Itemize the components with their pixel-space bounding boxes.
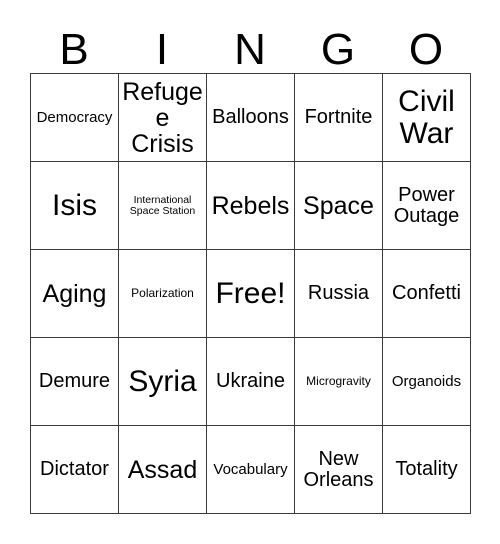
bingo-header-letter-g: G (294, 14, 382, 73)
bingo-cell[interactable]: Democracy (31, 74, 119, 162)
bingo-cell[interactable]: Assad (119, 426, 207, 514)
header-letter-text: G (320, 25, 356, 75)
bingo-cell-label: Totality (395, 458, 458, 481)
bingo-cell-label: Civil War (398, 85, 455, 150)
bingo-cell[interactable]: Balloons (207, 74, 295, 162)
bingo-cell[interactable]: Russia (295, 250, 383, 338)
bingo-card: B I N G O Democracy Refugee Crisis Ballo… (0, 0, 500, 544)
bingo-cell-label: Russia (307, 282, 370, 305)
bingo-cell[interactable]: Syria (119, 338, 207, 426)
bingo-cell[interactable]: New Orleans (295, 426, 383, 514)
bingo-cell[interactable]: Ukraine (207, 338, 295, 426)
bingo-cell[interactable]: Fortnite (295, 74, 383, 162)
bingo-cell-label: Demure (38, 370, 111, 393)
bingo-cell-label: Space (303, 191, 374, 220)
bingo-cell[interactable]: Space (295, 162, 383, 250)
bingo-cell[interactable]: Polarization (119, 250, 207, 338)
bingo-cell-label: Power Outage (393, 183, 460, 227)
bingo-cell[interactable]: Aging (31, 250, 119, 338)
bingo-cell-label: Rebels (211, 191, 290, 220)
bingo-cell-label: Organoids (391, 372, 462, 390)
header-letter-text: O (408, 25, 444, 75)
header-letter-text: N (234, 25, 266, 75)
bingo-cell-label: Balloons (212, 106, 289, 129)
bingo-cell-label: Aging (42, 279, 107, 308)
bingo-header-letter-n: N (206, 14, 294, 73)
bingo-cell[interactable]: International Space Station (119, 162, 207, 250)
bingo-cell[interactable]: Power Outage (383, 162, 471, 250)
bingo-header-letter-b: B (30, 14, 118, 73)
bingo-cell[interactable]: Dictator (31, 426, 119, 514)
header-letter-text: I (155, 25, 169, 75)
bingo-cell[interactable]: Demure (31, 338, 119, 426)
bingo-cell-label: Democracy (36, 108, 113, 126)
bingo-cell-label: Polarization (131, 286, 194, 301)
bingo-cell[interactable]: Refugee Crisis (119, 74, 207, 162)
header-letter-text: B (59, 25, 89, 75)
bingo-cell[interactable]: Vocabulary (207, 426, 295, 514)
bingo-grid: Democracy Refugee Crisis Balloons Fortni… (30, 73, 471, 514)
bingo-header-letter-o: O (382, 14, 470, 73)
bingo-cell-label: Syria (128, 364, 197, 398)
bingo-cell-label: Assad (127, 455, 198, 484)
bingo-cell[interactable]: Organoids (383, 338, 471, 426)
bingo-cell-label: International Space Station (129, 193, 196, 217)
bingo-header-letter-i: I (118, 14, 206, 73)
bingo-cell-label: Confetti (392, 282, 461, 305)
bingo-cell-label: Microgravity (306, 374, 371, 389)
bingo-cell[interactable]: Civil War (383, 74, 471, 162)
bingo-cell-label: Refugee Crisis (122, 77, 203, 158)
bingo-cell[interactable]: Totality (383, 426, 471, 514)
bingo-cell[interactable]: Isis (31, 162, 119, 250)
bingo-cell[interactable]: Rebels (207, 162, 295, 250)
bingo-cell-label: Dictator (40, 458, 109, 481)
bingo-cell-label: Free! (215, 276, 286, 310)
bingo-cell-label: Fortnite (304, 106, 373, 129)
bingo-cell-free-space[interactable]: Free! (207, 250, 295, 338)
bingo-cell-label: Isis (52, 188, 97, 222)
bingo-cell[interactable]: Confetti (383, 250, 471, 338)
bingo-cell[interactable]: Microgravity (295, 338, 383, 426)
bingo-cell-label: Ukraine (216, 370, 285, 393)
bingo-cell-label: Vocabulary (213, 460, 288, 478)
bingo-cell-label: New Orleans (303, 447, 374, 491)
bingo-header-row: B I N G O (30, 14, 470, 73)
